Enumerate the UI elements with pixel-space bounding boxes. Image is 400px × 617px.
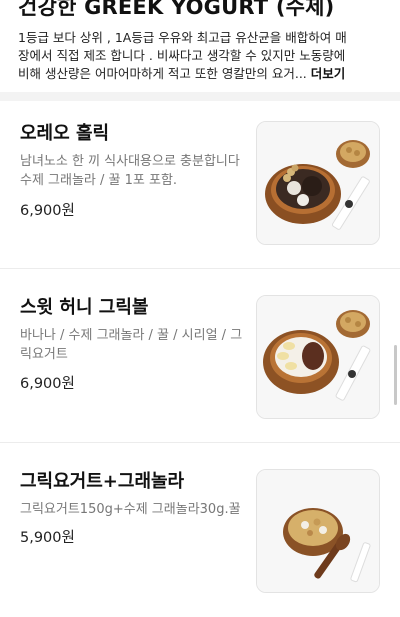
- store-description-text: 비해 생산량은 어마어마하게 적고 또한 영칼만의 요거...: [18, 66, 307, 81]
- menu-item-image[interactable]: [256, 121, 380, 245]
- menu-item-greek-yogurt-granola[interactable]: 그릭요거트+그래놀라 그릭요거트150g+수제 그래놀라30g.꿀 5,900원: [0, 449, 400, 617]
- scrollbar[interactable]: [394, 345, 397, 405]
- menu-item-description: 남녀노소 한 끼 식사대용으로 충분합니다 수제 그래놀라 / 꿀 1포 포함.: [20, 152, 245, 190]
- menu-item-image[interactable]: [256, 469, 380, 593]
- menu-item-description-line: 수제 그래놀라 / 꿀 1포 포함.: [20, 173, 178, 188]
- menu-item-description-line: 남녀노소 한 끼 식사대용으로 충분합니다: [20, 154, 240, 169]
- menu-item-price: 6,900원: [20, 203, 75, 219]
- divider: [0, 268, 400, 269]
- menu-item-image[interactable]: [256, 295, 380, 419]
- menu-item-price: 5,900원: [20, 530, 75, 546]
- menu-item-description: 그릭요거트150g+수제 그래놀라30g.꿀: [20, 500, 245, 519]
- menu-item-description-line: 바나나 / 수제 그래놀라 / 꿀 / 시리얼 / 그: [20, 328, 243, 343]
- menu-item-name: 오레오 홀릭: [20, 123, 110, 144]
- menu-item-name: 그릭요거트+그래놀라: [20, 471, 185, 492]
- section-gap: [0, 92, 400, 101]
- store-description-line: 1등급 보다 상위 , 1A등급 우유와 최고급 유산균을 배합하여 매: [18, 30, 347, 45]
- menu-item-name: 스윗 허니 그릭볼: [20, 297, 149, 318]
- store-header: 건강한 GREEK YOGURT (수제) 1등급 보다 상위 , 1A등급 우…: [0, 0, 400, 92]
- divider: [0, 442, 400, 443]
- menu-item-price: 6,900원: [20, 376, 75, 392]
- menu-item-oreo-holic[interactable]: 오레오 홀릭 남녀노소 한 끼 식사대용으로 충분합니다 수제 그래놀라 / 꿀…: [0, 101, 400, 269]
- menu-item-sweet-honey-greek-bowl[interactable]: 스윗 허니 그릭볼 바나나 / 수제 그래놀라 / 꿀 / 시리얼 / 그 릭요…: [0, 275, 400, 443]
- store-description-line: 비해 생산량은 어마어마하게 적고 또한 영칼만의 요거... 더보기: [18, 65, 386, 83]
- honey-yogurt-bowl-image: [257, 296, 379, 418]
- oreo-yogurt-bowl-image: [257, 122, 379, 244]
- store-description: 1등급 보다 상위 , 1A등급 우유와 최고급 유산균을 배합하여 매 장에서…: [18, 29, 386, 83]
- granola-yogurt-bowl-image: [257, 470, 379, 592]
- menu-item-description-line: 그릭요거트150g+수제 그래놀라30g.꿀: [20, 502, 241, 517]
- store-description-line: 장에서 직접 제조 합니다 . 비싸다고 생각할 수 있지만 노동량에: [18, 48, 346, 63]
- more-button[interactable]: 더보기: [311, 66, 346, 81]
- menu-item-description-line: 릭요거트: [20, 347, 68, 362]
- store-title: 건강한 GREEK YOGURT (수제): [18, 0, 335, 19]
- menu-item-description: 바나나 / 수제 그래놀라 / 꿀 / 시리얼 / 그 릭요거트: [20, 326, 245, 364]
